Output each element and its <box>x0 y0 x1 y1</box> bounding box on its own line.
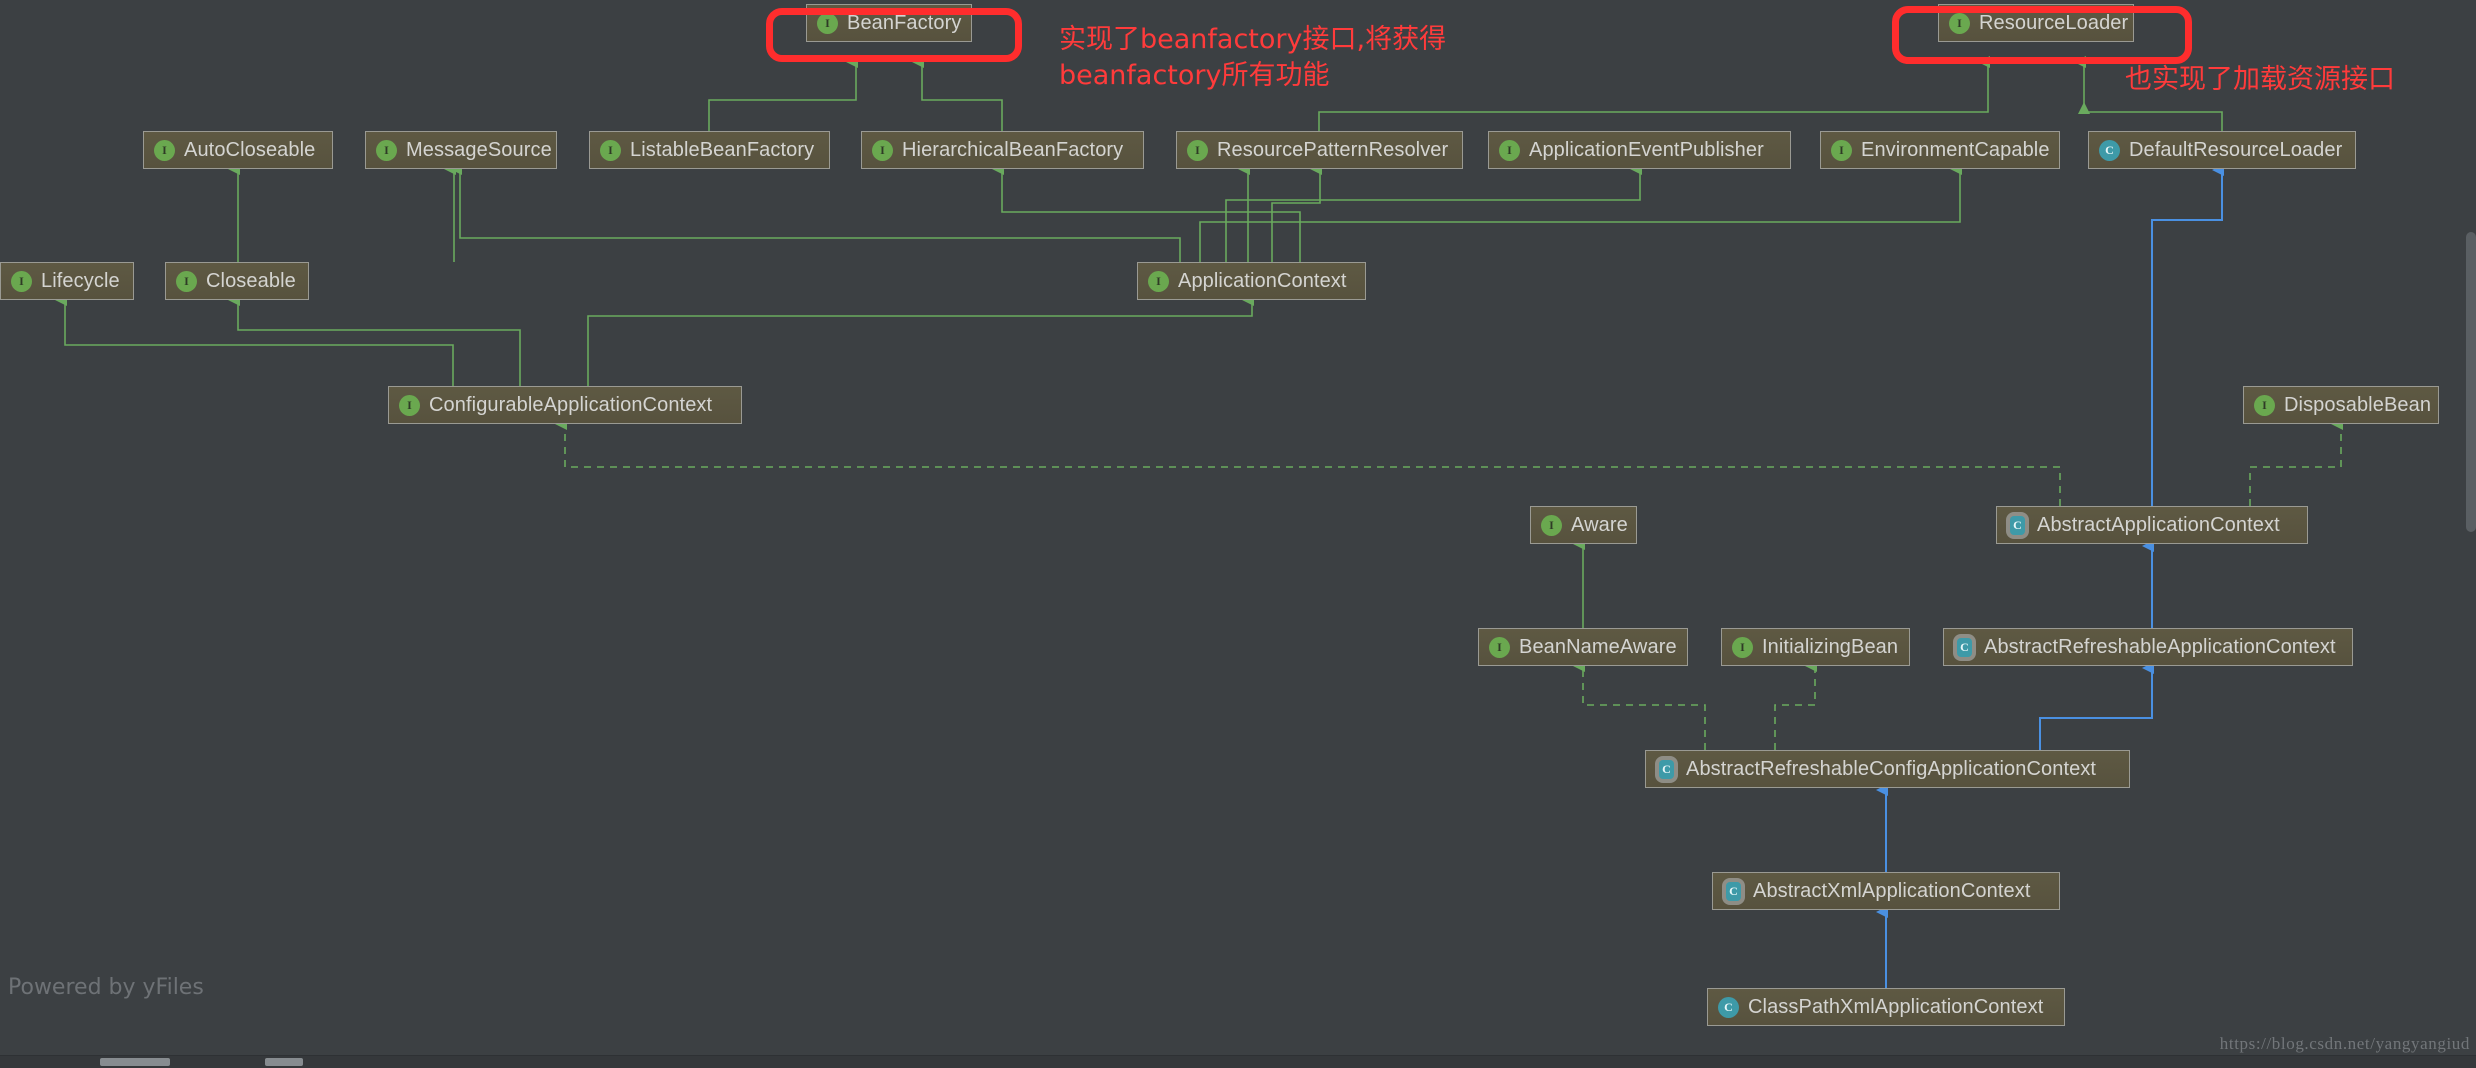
annotation-resourceloader: 也实现了加载资源接口 <box>2125 64 2395 95</box>
class-node-aware[interactable]: I Aware <box>1530 506 1637 544</box>
class-node-abstractapplicationcontext[interactable]: C AbstractApplicationContext <box>1996 506 2308 544</box>
interface-icon: I <box>1187 139 1208 161</box>
interface-icon: I <box>1499 139 1520 161</box>
class-node-label: DefaultResourceLoader <box>2129 138 2343 161</box>
class-node-closeable[interactable]: I Closeable <box>165 262 309 300</box>
abstract-class-icon: C <box>2010 515 2025 535</box>
class-node-applicationcontext[interactable]: I ApplicationContext <box>1137 262 1366 300</box>
interface-icon: I <box>1148 270 1169 292</box>
interface-icon: I <box>1732 636 1753 658</box>
vertical-scrollbar[interactable] <box>2466 232 2476 532</box>
class-node-label: Aware <box>1571 513 1628 536</box>
bottom-status-bar <box>0 1055 2476 1068</box>
class-node-initializingbean[interactable]: I InitializingBean <box>1721 628 1910 666</box>
interface-icon: I <box>1541 514 1562 536</box>
powered-by-label: Powered by yFiles <box>8 975 204 1000</box>
interface-icon: I <box>176 270 197 292</box>
class-node-applicationeventpublisher[interactable]: I ApplicationEventPublisher <box>1488 131 1791 169</box>
class-node-environmentcapable[interactable]: I EnvironmentCapable <box>1820 131 2060 169</box>
class-node-label: AutoCloseable <box>184 138 316 161</box>
interface-icon: I <box>376 139 397 161</box>
interface-icon: I <box>600 139 621 161</box>
class-node-label: Closeable <box>206 269 296 292</box>
interface-icon: I <box>1489 636 1510 658</box>
class-node-label: BeanNameAware <box>1519 635 1677 658</box>
class-node-label: ClassPathXmlApplicationContext <box>1748 995 2044 1018</box>
bottom-bar-segment <box>100 1058 170 1066</box>
interface-icon: I <box>399 394 420 416</box>
interface-icon: I <box>11 270 32 292</box>
class-node-resourcepatternresolver[interactable]: I ResourcePatternResolver <box>1176 131 1463 169</box>
class-node-label: EnvironmentCapable <box>1861 138 2050 161</box>
class-node-label: MessageSource <box>406 138 552 161</box>
class-node-label: AbstractApplicationContext <box>2037 513 2280 536</box>
annotation-beanfactory: 实现了beanfactory接口,将获得 beanfactory所有功能 <box>1059 24 1447 91</box>
interface-icon: I <box>2254 394 2275 416</box>
class-icon: C <box>1718 996 1739 1018</box>
class-node-label: AbstractRefreshableApplicationContext <box>1984 635 2336 658</box>
class-node-classpathxmlapplicationcontext[interactable]: C ClassPathXmlApplicationContext <box>1707 988 2065 1026</box>
class-node-defaultresourceloader[interactable]: C DefaultResourceLoader <box>2088 131 2356 169</box>
source-url-label: https://blog.csdn.net/yangyangiud <box>2219 1034 2470 1053</box>
class-node-label: ConfigurableApplicationContext <box>429 393 713 416</box>
interface-icon: I <box>154 139 175 161</box>
class-node-listablebeanfactory[interactable]: I ListableBeanFactory <box>589 131 830 169</box>
abstract-class-icon: C <box>1726 881 1741 901</box>
class-node-disposablebean[interactable]: I DisposableBean <box>2243 386 2439 424</box>
bottom-bar-segment <box>265 1058 303 1066</box>
class-node-abstractrefreshableconfigapplicationcontext[interactable]: C AbstractRefreshableConfigApplicationCon… <box>1645 750 2130 788</box>
abstract-class-icon: C <box>1957 637 1972 657</box>
class-node-label: ResourcePatternResolver <box>1217 138 1449 161</box>
class-node-label: ApplicationEventPublisher <box>1529 138 1764 161</box>
class-node-abstractxmlapplicationcontext[interactable]: C AbstractXmlApplicationContext <box>1712 872 2060 910</box>
highlight-beanfactory <box>766 8 1022 62</box>
class-node-lifecycle[interactable]: I Lifecycle <box>0 262 134 300</box>
class-node-label: HierarchicalBeanFactory <box>902 138 1124 161</box>
class-node-abstractrefreshableapplicationcontext[interactable]: C AbstractRefreshableApplicationContext <box>1943 628 2353 666</box>
class-node-label: DisposableBean <box>2284 393 2432 416</box>
highlight-resourceloader <box>1892 6 2192 64</box>
interface-icon: I <box>872 139 893 161</box>
class-node-configurableapplicationcontext[interactable]: I ConfigurableApplicationContext <box>388 386 742 424</box>
class-node-label: AbstractRefreshableConfigApplicationCont… <box>1686 757 2097 780</box>
class-node-messagesource[interactable]: I MessageSource <box>365 131 557 169</box>
class-icon: C <box>2099 139 2120 161</box>
class-node-label: AbstractXmlApplicationContext <box>1753 879 2031 902</box>
class-node-label: InitializingBean <box>1762 635 1899 658</box>
class-node-beannameaware[interactable]: I BeanNameAware <box>1478 628 1688 666</box>
class-node-hierarchicalbeanfactory[interactable]: I HierarchicalBeanFactory <box>861 131 1144 169</box>
class-node-label: ListableBeanFactory <box>630 138 815 161</box>
class-node-label: Lifecycle <box>41 269 120 292</box>
class-node-autocloseable[interactable]: I AutoCloseable <box>143 131 333 169</box>
class-node-label: ApplicationContext <box>1178 269 1347 292</box>
diagram-canvas: I BeanFactory I ResourceLoader I AutoCloseabl… <box>0 0 2476 1068</box>
abstract-class-icon: C <box>1659 759 1674 779</box>
interface-icon: I <box>1831 139 1852 161</box>
